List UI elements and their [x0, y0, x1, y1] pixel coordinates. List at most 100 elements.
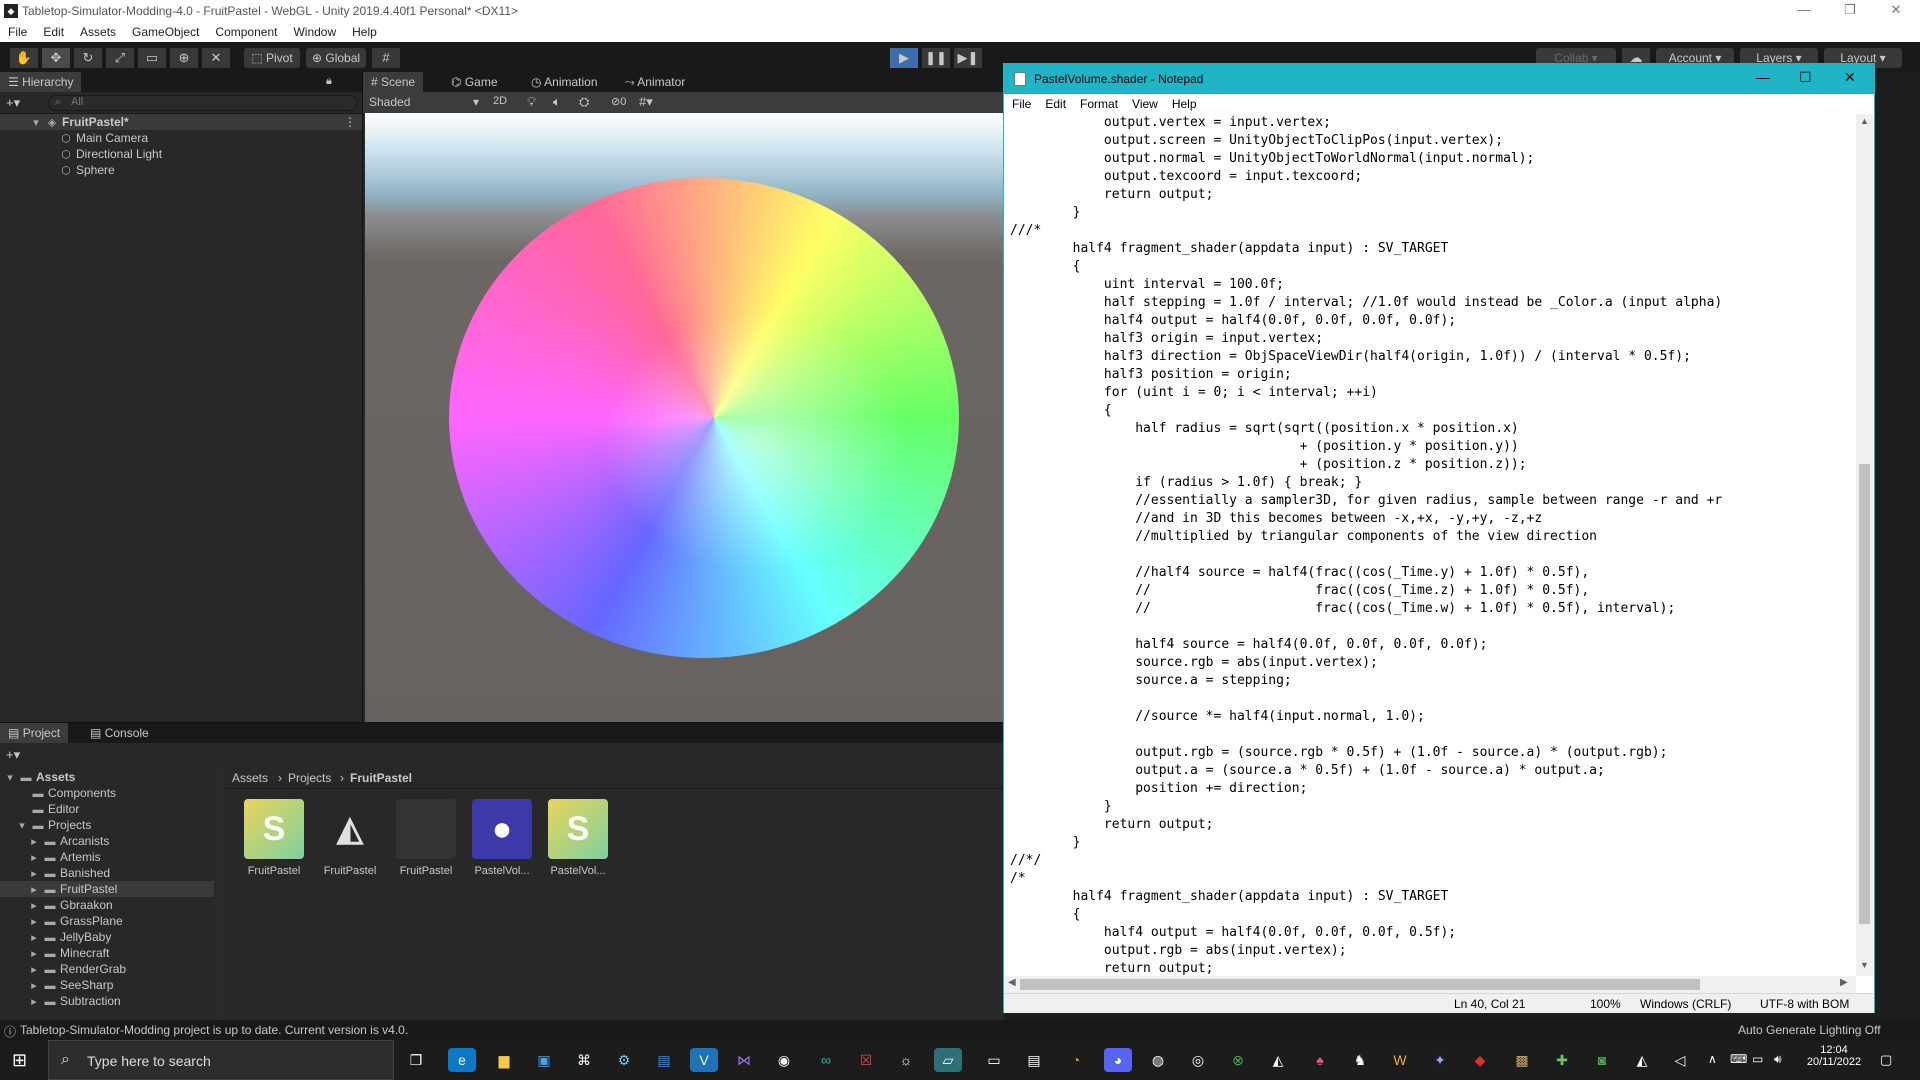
shading-mode-dropdown[interactable]: Shaded ▾ [369, 95, 485, 109]
notepad-close-button[interactable]: ✕ [1844, 69, 1856, 86]
tree-root-assets[interactable]: ▾ ▬ Assets [4, 769, 75, 785]
chevron-right-icon[interactable]: ▸ [28, 834, 40, 850]
scene-root-item[interactable]: ▾ ◈ FruitPastel* ⋮ [0, 114, 362, 130]
scroll-thumb[interactable] [1859, 464, 1870, 924]
breadcrumb-projects[interactable]: Projects [288, 771, 331, 785]
vscode-icon[interactable]: V [690, 1048, 718, 1072]
tab-game[interactable]: ⌬ Game [443, 72, 506, 92]
custom-tool-icon[interactable]: ✕ [202, 48, 230, 68]
scroll-down-icon[interactable]: ▼ [1860, 960, 1869, 970]
tray-app-icon[interactable]: ⌨ [1730, 1052, 1747, 1066]
unity-hub-icon[interactable]: ◭ [1264, 1048, 1292, 1072]
chevron-right-icon[interactable]: ▸ [28, 946, 40, 962]
notepad-menu-format[interactable]: Format [1080, 97, 1118, 111]
folder-tree-item[interactable]: ▬ Editor [0, 801, 214, 817]
folder-tree-item[interactable]: ▸ ▬ Banished [0, 865, 214, 881]
hierarchy-search-input[interactable]: ⌕ All [48, 95, 358, 111]
minimize-button[interactable]: — [1784, 2, 1824, 20]
network-icon[interactable]: ▭ [1752, 1052, 1763, 1066]
notepad-menu-file[interactable]: File [1012, 97, 1031, 111]
file-explorer-icon[interactable]: ▆ [490, 1048, 518, 1072]
scroll-left-icon[interactable]: ◀ [1008, 977, 1016, 988]
asset-prefab-pastelvolume[interactable]: ● PastelVol... [470, 799, 534, 877]
move-tool-icon[interactable]: ✥ [42, 48, 70, 68]
folder-tree-item[interactable]: ▸ ▬ Artemis [0, 849, 214, 865]
app-icon[interactable]: W [1386, 1048, 1414, 1072]
asset-scene-fruitpastel[interactable]: ◭ FruitPastel [318, 799, 382, 877]
grid-snap-icon[interactable]: # [372, 48, 400, 68]
app-icon[interactable]: ⌘ [570, 1048, 598, 1072]
app-icon[interactable]: ▤ [650, 1048, 678, 1072]
global-toggle[interactable]: ⊕ Global [306, 48, 366, 68]
arduino-icon[interactable]: ∞ [812, 1048, 840, 1072]
folder-tree-item[interactable]: ▬ Components [0, 785, 214, 801]
folder-tree-item[interactable]: ▸ ▬ Arcanists [0, 833, 214, 849]
transform-tool-icon[interactable]: ⊕ [170, 48, 198, 68]
app-icon[interactable]: ☼ [892, 1048, 920, 1072]
notepad-menu-help[interactable]: Help [1172, 97, 1197, 111]
create-plus-icon[interactable]: +▾ [6, 747, 20, 763]
notepad-menu-view[interactable]: View [1132, 97, 1158, 111]
lighting-toggle-icon[interactable]: 💡︎ [527, 94, 536, 110]
asset-shader-fruitpastel[interactable]: S FruitPastel [242, 799, 306, 877]
chevron-right-icon[interactable]: ▸ [28, 882, 40, 898]
grid-toggle-icon[interactable]: #▾ [639, 94, 653, 110]
hierarchy-item-sphere[interactable]: ⬡ Sphere [60, 162, 115, 178]
notepad-text-area[interactable]: output.vertex = input.vertex; output.scr… [1010, 114, 1846, 976]
chevron-down-icon[interactable]: ▾ [16, 818, 28, 834]
effects-toggle-icon[interactable]: ⛭ [579, 94, 589, 110]
chevron-right-icon[interactable]: ▸ [28, 930, 40, 946]
close-button[interactable]: ✕ [1876, 2, 1916, 20]
app-icon[interactable]: ▩ [1508, 1048, 1536, 1072]
folder-tree-item[interactable]: ▸ ▬ RenderGrab [0, 961, 214, 977]
chevron-right-icon[interactable]: ▸ [28, 850, 40, 866]
tab-hierarchy[interactable]: ☰ Hierarchy [0, 72, 82, 92]
folder-tree-item[interactable]: ▸ ▬ JellyBaby [0, 929, 214, 945]
taskbar-clock[interactable]: 12:04 20/11/2022 [1802, 1044, 1866, 1068]
notifications-icon[interactable]: ▢ [1880, 1052, 1892, 1068]
app-icon[interactable]: ▤ [1020, 1048, 1048, 1072]
edge-icon[interactable]: e [448, 1048, 476, 1072]
app-icon[interactable]: ✚ [1548, 1048, 1576, 1072]
scroll-up-icon[interactable]: ▲ [1860, 116, 1869, 126]
discord-icon[interactable]: ◕ [1104, 1048, 1132, 1072]
lock-icon[interactable]: 🔒︎ [326, 75, 332, 88]
app-icon[interactable]: ⚙ [610, 1048, 638, 1072]
app-icon[interactable]: ♞ [1346, 1048, 1374, 1072]
tree-scrollbar[interactable] [216, 767, 224, 1021]
breadcrumb-assets[interactable]: Assets [232, 771, 268, 785]
app-icon[interactable]: ♠ [1306, 1048, 1334, 1072]
app-icon[interactable]: ✦ [1426, 1048, 1454, 1072]
chevron-right-icon[interactable]: ▸ [28, 914, 40, 930]
scene-menu-icon[interactable]: ⋮ [344, 114, 356, 130]
tab-animation[interactable]: ◷ Animation [523, 72, 606, 92]
scroll-thumb-horizontal[interactable] [1020, 979, 1700, 990]
chevron-right-icon[interactable]: ▸ [28, 994, 40, 1010]
folder-tree-item[interactable]: ▾ ▬ Projects [0, 817, 214, 833]
play-button[interactable]: ▶ [890, 48, 918, 68]
taskbar-search-box[interactable]: ⌕ Type here to search [48, 1040, 394, 1080]
notepad-maximize-button[interactable]: ☐ [1799, 69, 1812, 86]
menu-file[interactable]: File [8, 25, 27, 39]
notepad-taskbar-icon[interactable]: ▱ [934, 1048, 962, 1072]
folder-tree-item[interactable]: ▸ ▬ Gbraakon [0, 897, 214, 913]
tab-console[interactable]: ▤ Console [82, 723, 157, 743]
folder-tree-item[interactable]: ▸ ▬ Minecraft [0, 945, 214, 961]
step-button[interactable]: ▶❚ [954, 48, 982, 68]
breadcrumb-fruitpastel[interactable]: FruitPastel [350, 771, 412, 785]
chevron-right-icon[interactable]: ▸ [28, 866, 40, 882]
xbox-icon[interactable]: ⊗ [1224, 1048, 1252, 1072]
app-icon[interactable]: ◎ [1184, 1048, 1212, 1072]
task-view-icon[interactable]: ❐ [402, 1048, 430, 1072]
unity-editor-icon[interactable]: ◭ [1628, 1048, 1656, 1072]
menu-assets[interactable]: Assets [80, 25, 116, 39]
notepad-menu-edit[interactable]: Edit [1045, 97, 1066, 111]
rect-tool-icon[interactable]: ▭ [138, 48, 166, 68]
menu-help[interactable]: Help [352, 25, 377, 39]
store-icon[interactable]: ▣ [530, 1048, 558, 1072]
folder-tree-item[interactable]: ▸ ▬ SeeSharp [0, 977, 214, 993]
audio-toggle-icon[interactable]: 🔈︎ [553, 94, 561, 110]
rotate-tool-icon[interactable]: ↻ [74, 48, 102, 68]
folder-tree-item[interactable]: ▸ ▬ FruitPastel [0, 881, 214, 897]
app-icon[interactable]: ◆ [1466, 1048, 1494, 1072]
